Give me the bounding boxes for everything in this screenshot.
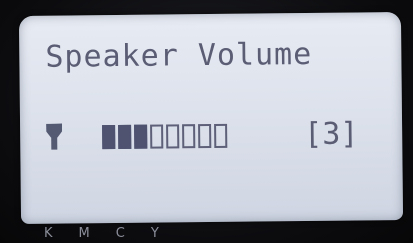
volume-segment-empty — [198, 123, 212, 149]
volume-segment-empty — [166, 124, 180, 149]
key-label-y: Y — [150, 226, 159, 241]
screen-title: Speaker Volume — [45, 36, 313, 75]
printer-control-panel: Speaker Volume [3] K M C Y — [0, 0, 413, 243]
volume-segment-empty — [214, 123, 228, 148]
volume-segment-empty — [150, 124, 164, 149]
ink-key-labels: KMCY — [44, 226, 159, 241]
speaker-icon-stem — [51, 135, 58, 150]
volume-segment-filled — [118, 124, 132, 149]
volume-level-value: [3] — [303, 116, 359, 153]
volume-segment-filled — [102, 125, 116, 150]
volume-segment-filled — [134, 124, 148, 149]
volume-segment-empty — [182, 124, 196, 149]
key-label-c: C — [115, 226, 125, 241]
key-label-m: M — [78, 226, 90, 241]
volume-level-bar — [102, 123, 228, 150]
speaker-icon — [46, 124, 62, 154]
key-label-k: K — [44, 226, 53, 241]
lcd-display: Speaker Volume [3] — [18, 12, 404, 224]
